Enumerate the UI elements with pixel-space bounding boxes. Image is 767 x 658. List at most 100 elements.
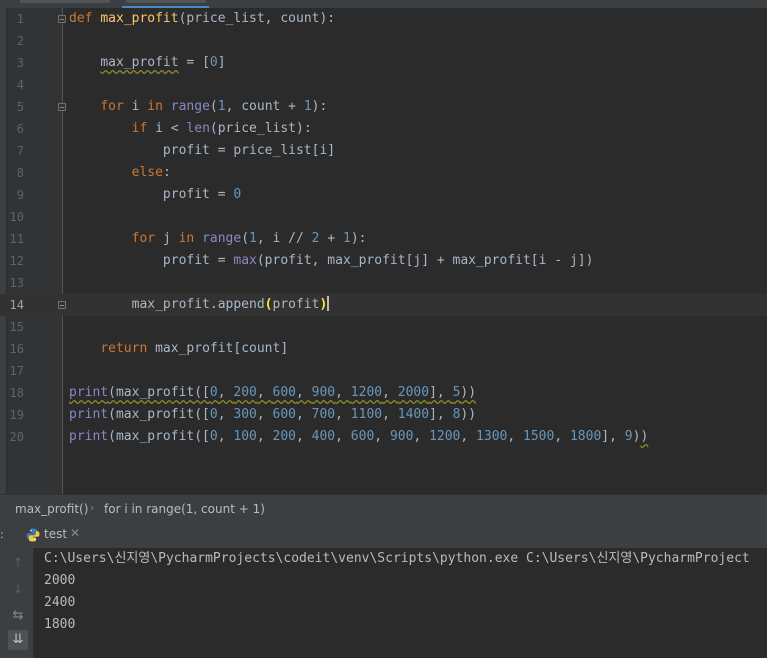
code-token: ) xyxy=(319,297,328,312)
code-line[interactable]: 10 xyxy=(0,206,767,228)
soft-wrap-icon[interactable]: ⇆ xyxy=(8,606,28,626)
line-number: 17 xyxy=(9,364,24,378)
editor-tab[interactable] xyxy=(20,0,110,3)
code-line[interactable]: 5 for i in range(1, count + 1): xyxy=(0,96,767,118)
code-token: , count + xyxy=(225,99,304,114)
code-token: 9 xyxy=(624,429,633,444)
code-token: , xyxy=(460,429,477,444)
code-line[interactable]: 13 xyxy=(0,272,767,294)
code-token: range xyxy=(202,231,242,246)
line-number: 19 xyxy=(9,408,24,422)
code-token: , xyxy=(296,429,312,444)
code-token: ] xyxy=(217,55,226,70)
line-number: 11 xyxy=(9,232,24,246)
code-line[interactable]: 8 else: xyxy=(0,162,767,184)
code-token: ( xyxy=(264,297,273,312)
code-token: 600 xyxy=(272,407,296,422)
code-token: max_profit.append xyxy=(69,297,265,312)
fold-marker-icon[interactable] xyxy=(58,15,66,23)
code-token: 1100 xyxy=(350,407,383,422)
code-token: 1 xyxy=(303,99,312,114)
code-token: 200 xyxy=(233,385,257,400)
code-line[interactable]: 3 max_profit = [0] xyxy=(0,52,767,74)
code-token: , xyxy=(296,385,312,400)
console-output-line: 2000 xyxy=(44,573,76,588)
code-line[interactable]: 2 xyxy=(0,30,767,52)
code-token: 1200 xyxy=(429,429,461,444)
code-token: 600 xyxy=(272,385,296,400)
code-line[interactable]: 12 profit = max(profit, max_profit[j] + … xyxy=(0,250,767,272)
close-icon[interactable]: ✕ xyxy=(70,526,80,540)
line-number: 1 xyxy=(16,12,24,26)
code-token: 0 xyxy=(209,55,218,70)
console-output-line: 1800 xyxy=(44,617,76,632)
editor-tab-active[interactable] xyxy=(126,0,206,3)
fold-marker-icon[interactable] xyxy=(58,301,66,309)
line-number: 10 xyxy=(9,210,24,224)
code-token: , xyxy=(335,429,351,444)
code-token: print xyxy=(69,429,109,444)
code-token: 1 xyxy=(342,231,351,246)
code-line[interactable]: 18 print(max_profit([0, 200, 600, 900, 12… xyxy=(0,382,767,404)
code-token: 700 xyxy=(311,407,336,422)
run-console[interactable]: C:\Users\신지영\PycharmProjects\codeit\venv… xyxy=(34,548,767,658)
line-number: 13 xyxy=(9,276,24,290)
code-token: )) xyxy=(460,407,477,422)
code-token: , xyxy=(382,385,398,400)
line-number: 12 xyxy=(9,254,24,268)
code-token: = [ xyxy=(178,55,210,70)
code-line[interactable]: 11 for j in range(1, i // 2 + 1): xyxy=(0,228,767,250)
code-token: max_profit xyxy=(100,11,179,26)
arrow-up-icon[interactable]: ↑ xyxy=(8,554,28,574)
code-token: print xyxy=(69,407,109,422)
code-text: profit = 0 xyxy=(69,184,241,206)
code-token: 0 xyxy=(209,429,218,444)
editor-tab-strip[interactable] xyxy=(0,0,767,8)
run-tab-label: test xyxy=(44,527,68,541)
code-line[interactable]: 15 xyxy=(0,316,767,338)
code-token: + xyxy=(319,231,343,246)
code-line[interactable]: 9 profit = 0 xyxy=(0,184,767,206)
code-text: print(max_profit([0, 300, 600, 700, 1100… xyxy=(69,404,476,426)
code-token: (price_list, count): xyxy=(178,11,336,26)
scroll-to-end-icon[interactable]: ⇊ xyxy=(8,630,28,650)
code-line[interactable]: 20 print(max_profit([0, 100, 200, 400, 60… xyxy=(0,426,767,448)
code-token: ], xyxy=(601,429,625,444)
breadcrumb-loop[interactable]: for i in range(1, count + 1) xyxy=(104,502,265,516)
line-number: 5 xyxy=(16,100,24,114)
code-token: profit = price_list[i] xyxy=(69,143,336,158)
code-token: , i // xyxy=(256,231,312,246)
code-token: profit xyxy=(272,297,320,312)
code-text: if i < len(price_list): xyxy=(69,118,312,140)
code-token: range xyxy=(170,99,210,114)
code-token: return xyxy=(100,341,156,356)
code-line[interactable]: 17 xyxy=(0,360,767,382)
code-token: 400 xyxy=(311,429,336,444)
code-token: ( xyxy=(241,231,250,246)
code-token: , xyxy=(256,385,273,400)
code-token: in xyxy=(147,99,171,114)
code-token: 1 xyxy=(217,99,226,114)
code-token: in xyxy=(178,231,203,246)
line-number: 2 xyxy=(16,34,24,48)
code-token: ], xyxy=(429,407,453,422)
code-token: , xyxy=(256,429,273,444)
code-line[interactable]: 14 max_profit.append(profit) xyxy=(0,294,767,316)
code-line[interactable]: 4 xyxy=(0,74,767,96)
code-token: 0 xyxy=(233,187,242,202)
code-line[interactable]: 6 if i < len(price_list): xyxy=(0,118,767,140)
code-token: 1500 xyxy=(523,429,555,444)
fold-marker-icon[interactable] xyxy=(58,103,66,111)
code-line[interactable]: 1 def max_profit(price_list, count): xyxy=(0,8,767,30)
code-token: (max_profit([ xyxy=(108,385,210,400)
breadcrumb-function[interactable]: max_profit() xyxy=(15,502,88,516)
arrow-down-icon[interactable]: ↓ xyxy=(8,580,28,600)
run-tab-test[interactable]: test ✕ xyxy=(22,522,84,548)
code-token: 900 xyxy=(389,429,414,444)
code-line[interactable]: 7 profit = price_list[i] xyxy=(0,140,767,162)
code-token: 0 xyxy=(209,407,218,422)
code-token: , xyxy=(217,407,234,422)
code-line[interactable]: 16 return max_profit[count] xyxy=(0,338,767,360)
code-line[interactable]: 19 print(max_profit([0, 300, 600, 700, 11… xyxy=(0,404,767,426)
